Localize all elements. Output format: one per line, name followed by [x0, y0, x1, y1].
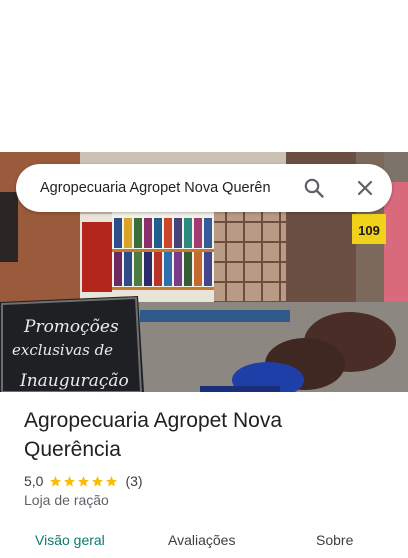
- tab-reviews[interactable]: Avaliações: [168, 532, 235, 548]
- place-title: Agropecuaria Agropet Nova Querência: [24, 409, 282, 461]
- review-count[interactable]: (3): [125, 473, 142, 489]
- search-bar[interactable]: Agropecuaria Agropet Nova Querên: [16, 164, 392, 212]
- search-icon[interactable]: [302, 176, 326, 200]
- star-icon: [64, 475, 76, 486]
- close-icon[interactable]: [353, 176, 377, 200]
- tab-about[interactable]: Sobre: [316, 532, 353, 548]
- star-icon: [106, 475, 118, 486]
- sign-line-3: Inauguração: [19, 371, 129, 391]
- star-icon: [50, 475, 62, 486]
- sign-line-1: Promoções: [23, 317, 119, 337]
- rating-row[interactable]: 5,0 (3): [24, 471, 143, 491]
- star-icon: [92, 475, 104, 486]
- place-category: Loja de ração: [24, 492, 109, 508]
- sign-line-2: exclusivas de: [12, 341, 113, 359]
- rating-stars: [49, 475, 119, 488]
- rating-value: 5,0: [24, 473, 44, 489]
- tab-overview[interactable]: Visão geral: [35, 532, 105, 548]
- blank-map-area: [0, 0, 408, 152]
- price-tag-text: 109: [358, 223, 380, 238]
- place-tabs: Visão geral Avaliações Sobre: [0, 528, 408, 558]
- star-icon: [78, 475, 90, 486]
- search-input[interactable]: Agropecuaria Agropet Nova Querên: [40, 164, 302, 212]
